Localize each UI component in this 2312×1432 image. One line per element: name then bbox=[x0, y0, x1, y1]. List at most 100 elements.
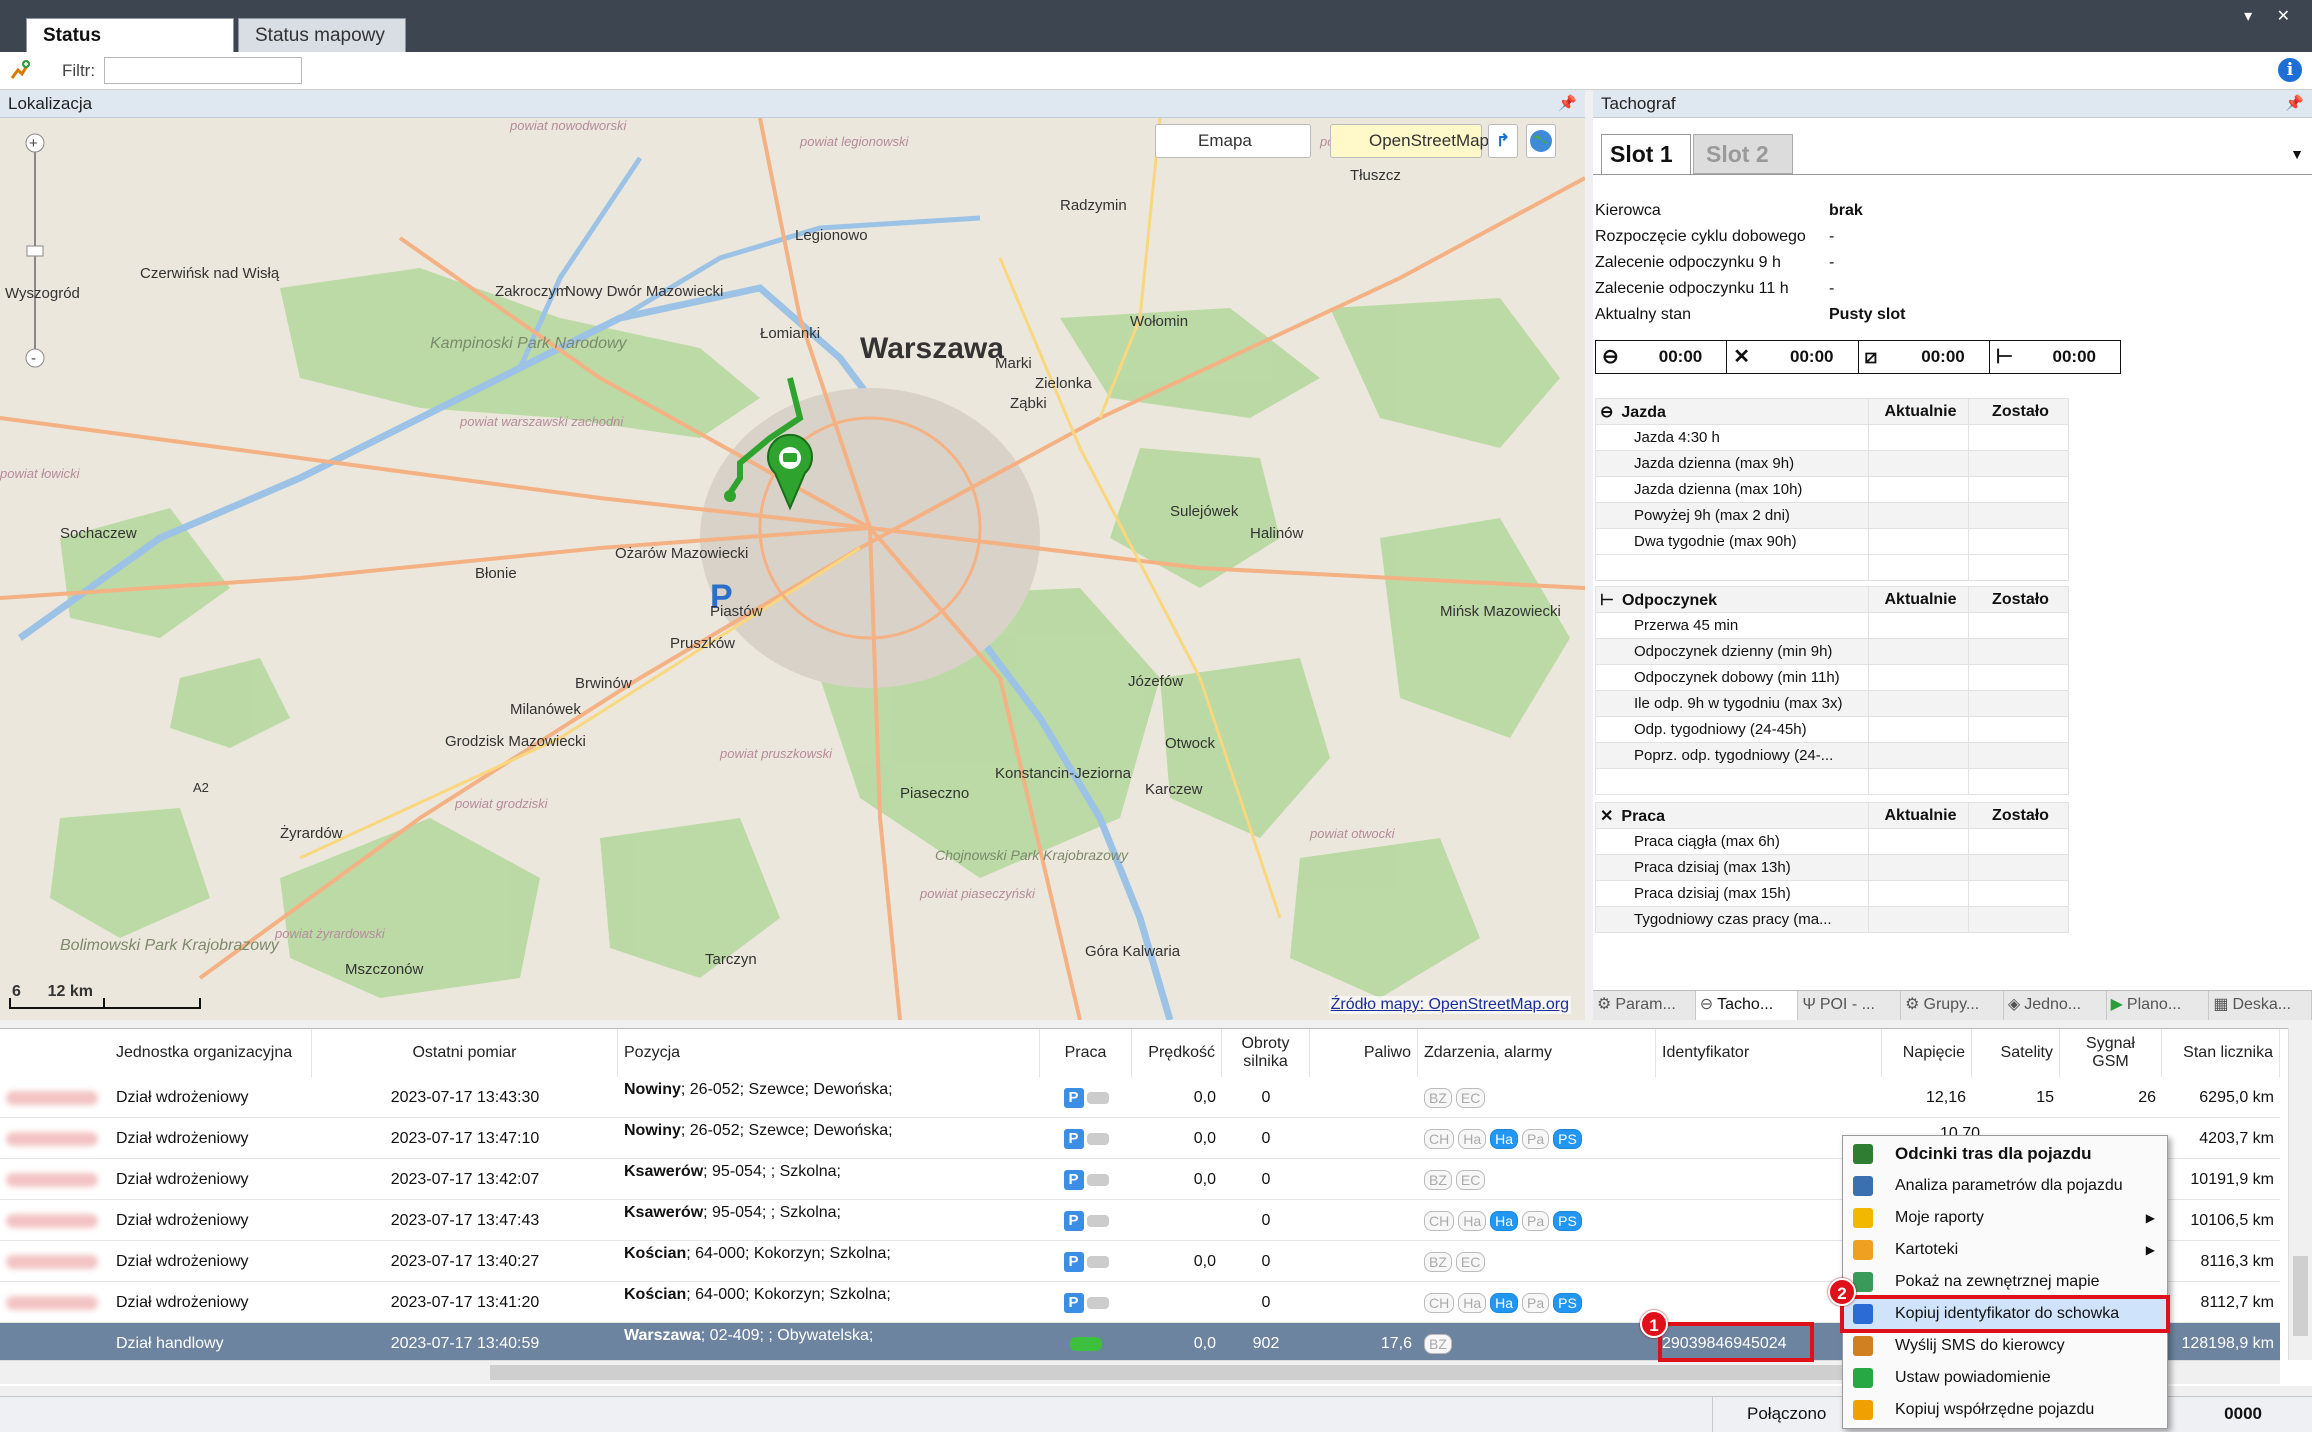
section-title: ⊢ Odpoczynek bbox=[1595, 586, 1869, 613]
column-header[interactable]: Satelity bbox=[1972, 1029, 2060, 1077]
column-header[interactable]: Prędkość bbox=[1132, 1029, 1222, 1077]
cell-time: 2023-07-17 13:47:43 bbox=[390, 1212, 540, 1229]
alarm-badge: PS bbox=[1553, 1292, 1582, 1313]
bottom-tab[interactable]: ▦ Deska... bbox=[2209, 991, 2312, 1020]
row-left bbox=[1968, 450, 2069, 477]
column-header[interactable]: Ostatni pomiar bbox=[312, 1029, 618, 1077]
window-controls[interactable]: ▾ ✕ bbox=[2244, 6, 2300, 26]
gears-icon: ⚙ bbox=[1597, 996, 1612, 1013]
tab-slot-2[interactable]: Slot 2 bbox=[1693, 134, 1793, 174]
menu-label: Moje raporty bbox=[1895, 1209, 1984, 1226]
row-left bbox=[1968, 880, 2069, 907]
column-header[interactable]: Obroty silnika bbox=[1222, 1029, 1310, 1077]
alarm-badge: BZ bbox=[1424, 1251, 1452, 1272]
table-row[interactable]: Dział wdrożeniowy 2023-07-17 13:43:30 Nowi… bbox=[0, 1077, 2280, 1118]
map-place-label: Grodzisk Mazowiecki bbox=[445, 733, 586, 750]
map-place-label: Marki bbox=[995, 355, 1032, 372]
bottom-tab[interactable]: ⚙ Param... bbox=[1593, 991, 1696, 1020]
column-header[interactable]: Sygnał GSM bbox=[2060, 1029, 2162, 1077]
tab-slot-1[interactable]: Slot 1 bbox=[1601, 134, 1691, 174]
cell-voltage: 12,16 bbox=[1925, 1089, 1966, 1106]
scroll-thumb[interactable] bbox=[490, 1365, 1850, 1380]
tools-icon: ✕ bbox=[1733, 346, 1751, 368]
bottom-tab[interactable]: ◈ Jedno... bbox=[2004, 991, 2107, 1020]
cell-fuel bbox=[1316, 1077, 1412, 1118]
info-icon[interactable]: i bbox=[2278, 58, 2302, 82]
row-label: Przerwa 45 min bbox=[1595, 612, 1869, 639]
menu-item-kartoteki[interactable]: Kartoteki ▶ bbox=[1843, 1234, 2167, 1266]
map-view[interactable]: P + - Warszawa Zakroczym Nowy Dwór Mazowie… bbox=[0, 118, 1585, 1020]
tab-status-mapowy[interactable]: Status mapowy bbox=[238, 18, 406, 52]
flag-icon: ▶ bbox=[2110, 996, 2123, 1013]
alarm-badge: CH bbox=[1424, 1210, 1455, 1231]
cell-position: Ksawerów; 95-054; ; Szkolna; bbox=[624, 1163, 841, 1180]
bottom-tab[interactable]: Ψ POI - ... bbox=[1798, 991, 1902, 1020]
cell-unit: Dział wdrożeniowy bbox=[116, 1089, 249, 1106]
vertical-scrollbar[interactable] bbox=[2288, 1028, 2312, 1360]
pin-icon[interactable]: 📌 bbox=[2285, 90, 2304, 118]
row-left bbox=[1968, 716, 2069, 743]
menu-item-moje-raporty[interactable]: Moje raporty ▶ bbox=[1843, 1202, 2167, 1234]
chevron-down-icon[interactable]: ▼ bbox=[2290, 146, 2304, 162]
column-header[interactable]: Praca bbox=[1040, 1029, 1132, 1077]
row-current bbox=[1868, 502, 1969, 529]
map-source-link[interactable]: Źródło mapy: OpenStreetMap.org bbox=[1328, 996, 1571, 1014]
bottom-tab[interactable]: ▶ Plano... bbox=[2107, 991, 2210, 1020]
menu-label: Wyślij SMS do kierowcy bbox=[1895, 1337, 2065, 1354]
cell-time: 2023-07-17 13:41:20 bbox=[390, 1294, 540, 1311]
scroll-thumb[interactable] bbox=[2293, 1256, 2308, 1336]
openstreetmap-button[interactable]: OpenStreetMap bbox=[1330, 124, 1489, 158]
map-place-label: Piaseczno bbox=[900, 785, 969, 802]
vehicle-name-blurred bbox=[6, 1255, 98, 1269]
tab-status-tabelaryczny[interactable]: Status tabelaryczny× bbox=[26, 18, 234, 80]
spacer bbox=[1968, 554, 2069, 581]
menu-label: Analiza parametrów dla pojazdu bbox=[1895, 1177, 2123, 1194]
menu-item-kopiuj-identyfikator-do-schowka[interactable]: Kopiuj identyfikator do schowka bbox=[1840, 1295, 2170, 1333]
osm-label: OpenStreetMap bbox=[1369, 131, 1490, 150]
route-icon[interactable]: ↱ bbox=[1488, 124, 1518, 158]
menu-item-kopiuj-współrzędne-pojazdu[interactable]: Kopiuj współrzędne pojazdu bbox=[1843, 1394, 2167, 1426]
menu-label: Kopiuj współrzędne pojazdu bbox=[1895, 1401, 2095, 1418]
menu-item-wyślij-sms-do-kierowcy[interactable]: Wyślij SMS do kierowcy bbox=[1843, 1330, 2167, 1362]
column-header[interactable]: Paliwo bbox=[1310, 1029, 1418, 1077]
menu-item-odcinki-tras-dla-pojazdu[interactable]: Odcinki tras dla pojazdu bbox=[1843, 1138, 2167, 1170]
menu-item-analiza-parametrów-dla-pojazdu[interactable]: Analiza parametrów dla pojazdu bbox=[1843, 1170, 2167, 1202]
bottom-tab[interactable]: ⚙ Grupy... bbox=[1901, 991, 2004, 1020]
column-header[interactable]: Jednostka organizacyjna bbox=[110, 1029, 312, 1077]
route-add-icon[interactable] bbox=[8, 58, 32, 82]
row-label: Jazda dzienna (max 10h) bbox=[1595, 476, 1869, 503]
filter-bar: Filtr: i bbox=[0, 52, 2312, 90]
column-header[interactable]: Zdarzenia, alarmy bbox=[1418, 1029, 1656, 1077]
menu-item-ustaw-powiadomienie[interactable]: Ustaw powiadomienie bbox=[1843, 1362, 2167, 1394]
row-label: Jazda dzienna (max 9h) bbox=[1595, 450, 1869, 477]
row-left bbox=[1968, 742, 2069, 769]
unit-icon: ◈ bbox=[2007, 996, 2021, 1013]
map-place-label: Tarczyn bbox=[705, 951, 757, 968]
row-current bbox=[1868, 742, 1969, 769]
callout-1: 1 bbox=[1640, 1310, 1668, 1338]
column-header[interactable]: Stan licznika bbox=[2162, 1029, 2280, 1077]
column-header[interactable]: Identyfikator bbox=[1656, 1029, 1882, 1077]
alarm-badge: BZ bbox=[1424, 1169, 1452, 1190]
bottom-tab[interactable]: ⊖ Tacho... bbox=[1695, 991, 1799, 1020]
tacho-row: Praca dzisiaj (max 13h) bbox=[1595, 854, 2069, 881]
column-header[interactable]: Pozycja bbox=[618, 1029, 1040, 1077]
globe-icon[interactable] bbox=[1526, 124, 1556, 158]
menu-icon bbox=[1853, 1208, 1873, 1228]
column-header[interactable]: Napięcie bbox=[1882, 1029, 1972, 1077]
row-left bbox=[1968, 828, 2069, 855]
map-place-label: powiat grodziski bbox=[454, 796, 549, 811]
connection-status: Połączono bbox=[1712, 1397, 1834, 1432]
emapa-button[interactable]: Emapa bbox=[1155, 124, 1311, 158]
tacho-row: Odpoczynek dobowy (min 11h) bbox=[1595, 664, 2069, 691]
row-current bbox=[1868, 528, 1969, 555]
filter-input[interactable] bbox=[104, 57, 302, 84]
menu-item-pokaż-na-zewnętrznej-mapie[interactable]: Pokaż na zewnętrznej mapie bbox=[1843, 1266, 2167, 1298]
cell-odometer: 6295,0 km bbox=[2199, 1089, 2274, 1106]
context-menu: Odcinki tras dla pojazdu Analiza parametr… bbox=[1840, 1135, 2170, 1429]
spacer bbox=[1868, 768, 1969, 795]
slot-divider bbox=[1593, 174, 2312, 175]
pin-icon[interactable]: 📌 bbox=[1558, 90, 1577, 118]
map-place-label: powiat pruszkowski bbox=[719, 746, 833, 761]
tacho-section-jazda: ⊖ Jazda Aktualnie Zostało Jazda 4:30 h Jazda … bbox=[1595, 398, 2069, 581]
